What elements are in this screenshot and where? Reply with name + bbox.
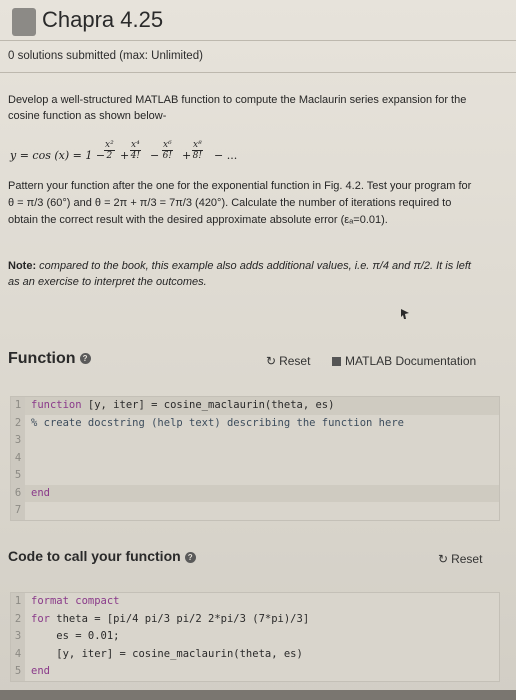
- code-line[interactable]: 7: [11, 502, 499, 520]
- problem-note: Note: compared to the book, this example…: [8, 258, 478, 290]
- divider: [0, 40, 516, 41]
- line-number: 3: [11, 628, 25, 646]
- function-editor[interactable]: 1 function [y, iter] = cosine_maclaurin(t…: [10, 396, 500, 521]
- page-title: Chapra 4.25: [42, 7, 164, 32]
- matlab-doc-icon: [332, 357, 341, 366]
- code-line[interactable]: 4 [y, iter] = cosine_maclaurin(theta, es…: [11, 645, 499, 663]
- line-number: 4: [11, 645, 25, 663]
- note-text: compared to the book, this example also …: [8, 260, 471, 288]
- problem-avatar-icon: [12, 8, 36, 36]
- code-line[interactable]: 5 end: [11, 663, 499, 681]
- maclaurin-formula: y = cos (x) = 1 − x² 2 + x⁴ 4! − x⁶ 6! + x⁸…: [8, 140, 308, 174]
- page: Chapra 4.25 0 solutions submitted (max: …: [0, 0, 516, 700]
- line-number: 3: [11, 432, 25, 450]
- formula-op: −: [150, 149, 160, 162]
- code-line[interactable]: 4: [11, 449, 499, 467]
- code-line[interactable]: 2% create docstring (help text) describi…: [11, 414, 499, 432]
- call-editor[interactable]: 1 format compact 2 for theta = [pi/4 pi/3 …: [10, 592, 500, 682]
- question-icon[interactable]: ?: [184, 551, 196, 563]
- note-label: Note:: [8, 260, 37, 272]
- line-number: 5: [11, 663, 25, 681]
- code-line[interactable]: 5: [11, 467, 499, 485]
- code-line[interactable]: 2 for theta = [pi/4 pi/3 pi/2 2*pi/3 (7*p…: [11, 610, 499, 628]
- divider: [0, 72, 516, 73]
- line-number: 2: [11, 414, 25, 432]
- formula-term: x⁴ 4!: [130, 140, 141, 161]
- question-icon[interactable]: ?: [79, 353, 91, 365]
- line-number: 5: [11, 467, 25, 485]
- formula-term: x⁸ 8!: [192, 140, 203, 161]
- formula-op: +: [182, 149, 192, 162]
- function-reset-button[interactable]: ↻ Reset: [266, 354, 310, 368]
- formula-term: x² 2: [104, 140, 115, 161]
- call-reset-button[interactable]: ↻ Reset: [438, 552, 482, 566]
- refresh-icon: ↻: [266, 354, 277, 368]
- line-number: 4: [11, 449, 25, 467]
- refresh-icon: ↻: [438, 552, 449, 566]
- code-line[interactable]: 1 format compact: [11, 593, 499, 611]
- line-number: 1: [11, 593, 25, 611]
- line-number: 1: [11, 397, 25, 415]
- matlab-documentation-link[interactable]: MATLAB Documentation: [332, 354, 476, 368]
- title-row: Chapra 4.25: [12, 6, 504, 38]
- bottom-edge: [0, 690, 516, 700]
- code-line[interactable]: 6 end: [11, 484, 499, 502]
- formula-lhs: y = cos (x) = 1 −: [10, 149, 106, 162]
- problem-pattern-text: Pattern your function after the one for …: [8, 180, 472, 226]
- code-line[interactable]: 3: [11, 432, 499, 450]
- line-number: 2: [11, 610, 25, 628]
- mouse-pointer-icon: [401, 309, 409, 319]
- formula-op: − ...: [214, 149, 238, 162]
- code-line[interactable]: 1 function [y, iter] = cosine_maclaurin(t…: [11, 397, 499, 415]
- problem-intro: Develop a well-structured MATLAB functio…: [8, 94, 467, 122]
- formula-term: x⁶ 6!: [162, 140, 173, 161]
- function-section-title: Function?: [8, 350, 91, 368]
- code-line[interactable]: 3 es = 0.01;: [11, 628, 499, 646]
- formula-op: +: [120, 149, 130, 162]
- submission-count: 0 solutions submitted (max: Unlimited): [8, 50, 203, 62]
- call-section-title: Code to call your function?: [8, 548, 196, 564]
- line-number: 7: [11, 502, 25, 520]
- line-number: 6: [11, 484, 25, 502]
